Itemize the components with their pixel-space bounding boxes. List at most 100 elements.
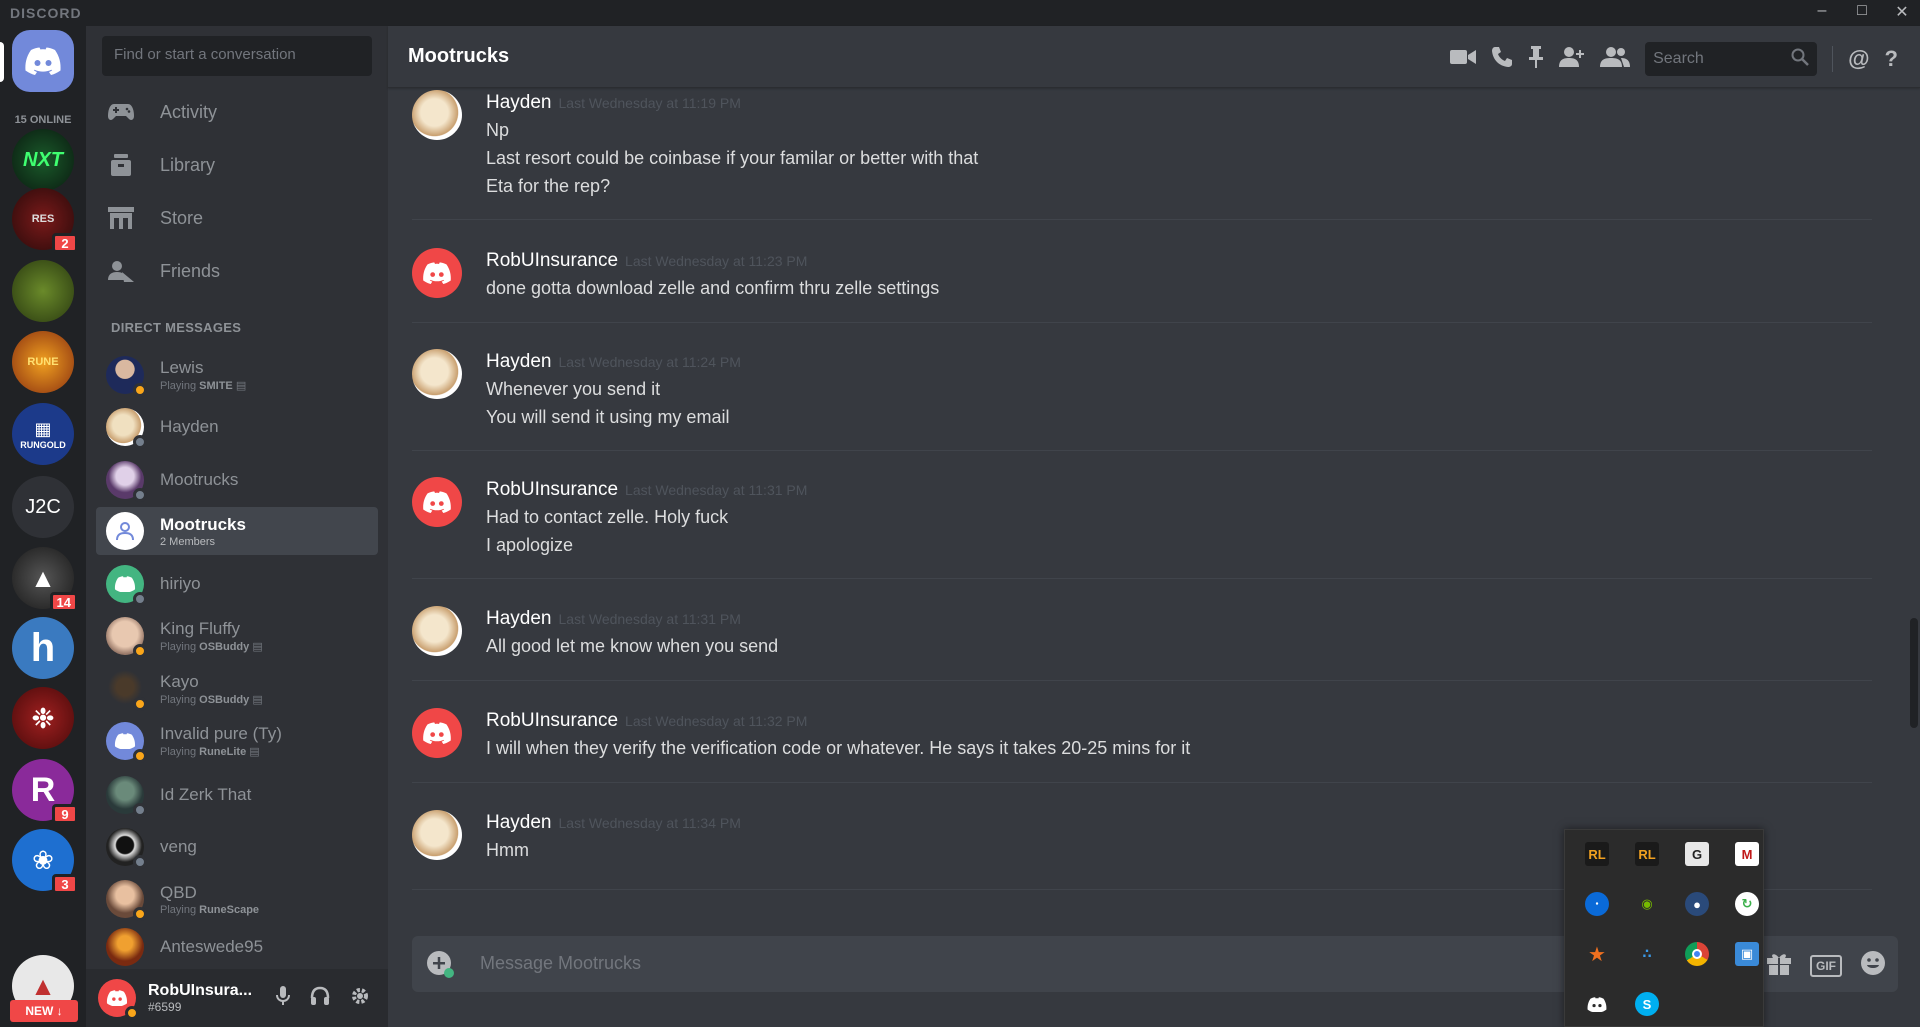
user-discriminator: #6599 xyxy=(148,1000,182,1014)
message-text: You will send it using my email xyxy=(486,407,730,427)
nav-friends[interactable]: Friends xyxy=(96,249,378,293)
mentions-icon[interactable]: @ xyxy=(1848,46,1869,72)
steam-icon[interactable]: ● xyxy=(1685,892,1709,916)
server-r[interactable]: R9 xyxy=(12,759,78,824)
member-list-icon[interactable] xyxy=(1600,46,1631,73)
message-author[interactable]: Hayden xyxy=(486,92,552,114)
message-avatar[interactable] xyxy=(412,90,462,140)
mention-badge: 9 xyxy=(52,804,78,824)
message-input[interactable]: Message Mootrucks xyxy=(480,953,641,974)
video-call-icon[interactable] xyxy=(1450,48,1477,71)
channel-title: Mootrucks xyxy=(408,45,510,67)
dm-item-veng[interactable]: veng xyxy=(96,823,378,871)
dm-item-hayden[interactable]: Hayden xyxy=(96,403,378,451)
gift-icon[interactable] xyxy=(1766,951,1792,980)
dm-item-king-fluffy[interactable]: King Fluffy Playing OSBuddy ▤ xyxy=(96,612,378,660)
dots-app-icon[interactable]: ∴ xyxy=(1635,942,1659,966)
dm-search-input[interactable]: Find or start a conversation xyxy=(102,36,372,76)
minimize-icon[interactable]: – xyxy=(1812,2,1832,22)
server-resurgence[interactable]: RES 2 xyxy=(12,188,78,253)
bluetooth-icon[interactable]: ᛫ xyxy=(1585,892,1609,916)
new-unreads-button[interactable]: NEW ↓ xyxy=(10,1000,78,1022)
message-timestamp: Last Wednesday at 11:23 PM xyxy=(625,253,808,269)
server-list: 15 ONLINE NXT RES 2 RUNE ▦ RUNGOLD J2C ▲ 14… xyxy=(0,26,86,1027)
dm-item-hiriyo[interactable]: hiriyo xyxy=(96,560,378,608)
message-avatar[interactable] xyxy=(412,477,462,527)
dm-item-mootrucks-group[interactable]: Mootrucks 2 Members xyxy=(96,507,378,555)
close-icon[interactable]: ✕ xyxy=(1892,2,1912,22)
upload-plus-icon[interactable] xyxy=(426,950,456,985)
home-button[interactable] xyxy=(12,30,74,92)
runelite-icon[interactable]: RL xyxy=(1585,842,1609,866)
message-author[interactable]: Hayden xyxy=(486,608,552,630)
message-avatar[interactable] xyxy=(412,606,462,656)
message-timestamp: Last Wednesday at 11:24 PM xyxy=(558,354,741,370)
emoji-icon[interactable] xyxy=(1860,950,1886,981)
message-group: Hayden Last Wednesday at 11:31 PM All goo… xyxy=(412,606,1872,681)
voice-call-icon[interactable] xyxy=(1491,46,1513,73)
message-avatar[interactable] xyxy=(412,708,462,758)
dm-item-qbd[interactable]: QBD Playing RuneScape xyxy=(96,875,378,923)
message-avatar[interactable] xyxy=(412,248,462,298)
pin-icon[interactable] xyxy=(1528,45,1544,73)
settings-gear-icon[interactable] xyxy=(350,986,370,1011)
nav-store[interactable]: Store xyxy=(96,196,378,240)
help-icon[interactable]: ? xyxy=(1885,46,1898,72)
server-rune-treasure[interactable]: RUNE xyxy=(12,331,74,393)
message-text: done gotta download zelle and confirm th… xyxy=(486,278,940,298)
avatar xyxy=(106,670,147,711)
skype-icon[interactable]: S xyxy=(1635,992,1659,1016)
message-author[interactable]: RobUInsurance xyxy=(486,250,618,272)
add-friend-icon[interactable] xyxy=(1559,46,1585,73)
discord-icon[interactable] xyxy=(1585,992,1609,1016)
server-next-lvl[interactable]: NXT xyxy=(12,129,74,191)
server-j2c[interactable]: J2C xyxy=(12,476,74,538)
message-author[interactable]: Hayden xyxy=(486,812,552,834)
server-red-wheel[interactable]: ❉ xyxy=(12,687,74,749)
server-green[interactable] xyxy=(12,260,74,322)
headphones-icon[interactable] xyxy=(310,986,330,1011)
dm-item-anteswede95[interactable]: Anteswede95 xyxy=(96,927,378,967)
nav-library[interactable]: Library xyxy=(96,143,378,187)
message-author[interactable]: Hayden xyxy=(486,351,552,373)
avatar xyxy=(106,565,147,606)
avast-icon[interactable]: ★ xyxy=(1585,942,1609,966)
message-text: All good let me know when you send xyxy=(486,636,779,656)
scrollbar[interactable] xyxy=(1908,88,1920,948)
server-paw[interactable]: ❀ 3 xyxy=(12,829,78,894)
chrome-icon[interactable] xyxy=(1685,942,1709,966)
g-hub-icon[interactable]: G xyxy=(1685,842,1709,866)
nvidia-icon[interactable]: ◉ xyxy=(1635,892,1659,916)
message-avatar[interactable] xyxy=(412,810,462,860)
message-author[interactable]: RobUInsurance xyxy=(486,479,618,501)
message-avatar[interactable] xyxy=(412,349,462,399)
server-arrow[interactable]: ▲ 14 xyxy=(12,547,78,612)
message-group: RobUInsurance Last Wednesday at 11:23 PM … xyxy=(412,248,1872,323)
dm-item-mootrucks[interactable]: Mootrucks xyxy=(96,456,378,504)
username: RobUInsura... xyxy=(148,982,253,999)
runelite-icon-2[interactable]: RL xyxy=(1635,842,1659,866)
message-group: RobUInsurance Last Wednesday at 11:31 PM … xyxy=(412,477,1872,579)
server-rungold[interactable]: ▦ RUNGOLD xyxy=(12,403,74,465)
nav-activity[interactable]: Activity xyxy=(96,90,378,134)
gamepad-icon xyxy=(96,102,146,122)
monitor-app-icon[interactable]: ▣ xyxy=(1735,942,1759,966)
message-text: Hmm xyxy=(486,840,529,860)
message-author[interactable]: RobUInsurance xyxy=(486,710,618,732)
sync-icon[interactable]: ↻ xyxy=(1735,892,1759,916)
dm-item-id-zerk-that[interactable]: Id Zerk That xyxy=(96,771,378,819)
dm-item-lewis[interactable]: Lewis Playing SMITE ▤ xyxy=(96,351,378,399)
microphone-icon[interactable] xyxy=(276,985,290,1011)
dm-item-kayo[interactable]: Kayo Playing OSBuddy ▤ xyxy=(96,665,378,713)
message-text: Had to contact zelle. Holy fuck xyxy=(486,507,729,527)
gif-button[interactable]: GIF xyxy=(1810,954,1842,977)
search-input[interactable]: Search xyxy=(1645,42,1818,76)
mcafee-icon[interactable]: M xyxy=(1735,842,1759,866)
user-avatar[interactable] xyxy=(98,979,139,1020)
divider xyxy=(1832,46,1834,72)
server-h[interactable]: h xyxy=(12,617,74,679)
scrollbar-thumb[interactable] xyxy=(1910,618,1918,728)
status-indicator xyxy=(133,383,147,397)
maximize-icon[interactable]: □ xyxy=(1852,2,1872,22)
dm-item-invalid-pure[interactable]: Invalid pure (Ty) Playing RuneLite ▤ xyxy=(96,717,378,765)
